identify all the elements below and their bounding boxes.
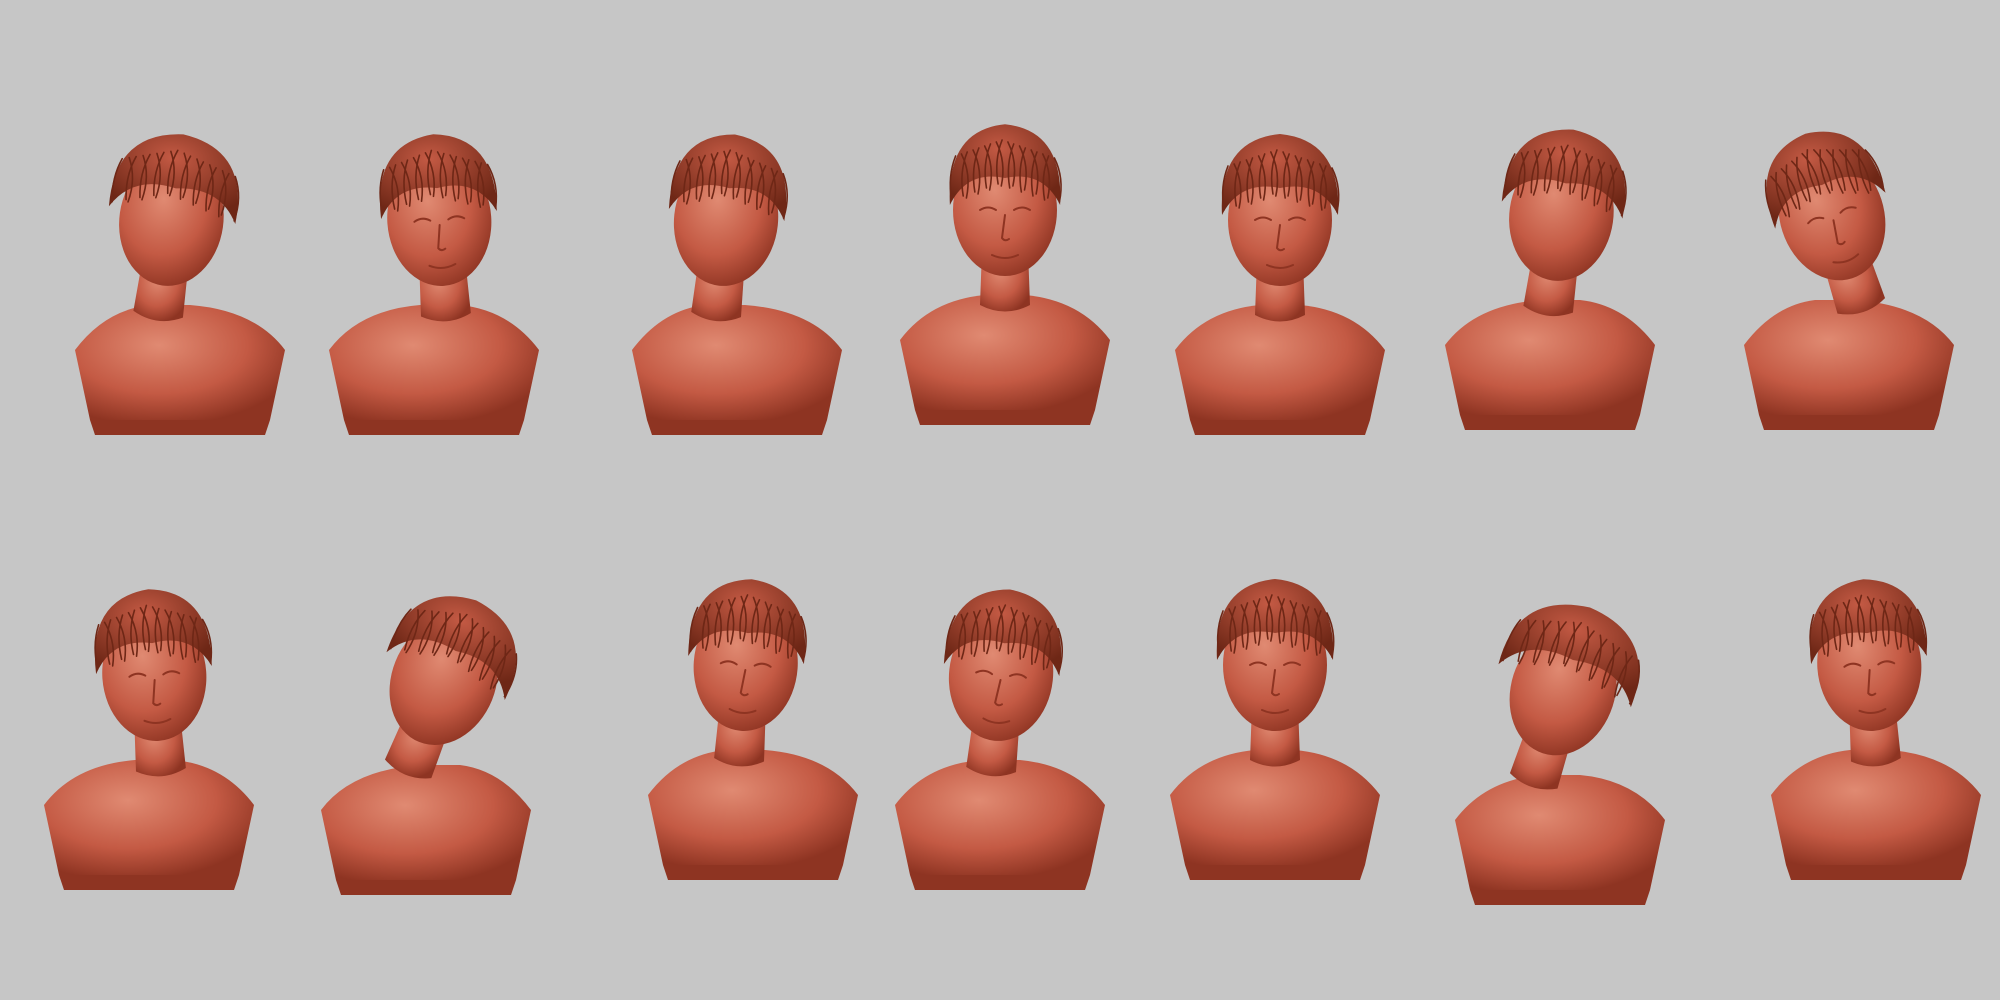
bust-sculpture-12 bbox=[1455, 604, 1665, 905]
bust-three-quarter-left-view bbox=[630, 545, 860, 905]
bust-front-tilted-up-view bbox=[890, 90, 1120, 450]
bust-base-cut bbox=[1759, 415, 1939, 430]
render-canvas bbox=[0, 0, 2000, 1000]
bust-shoulders bbox=[632, 305, 842, 420]
bust-shoulders bbox=[1455, 775, 1665, 890]
bust-sculpture-2 bbox=[632, 134, 842, 435]
bust-three-quarter-left-view-2 bbox=[1755, 545, 1985, 905]
bust-shoulders bbox=[75, 305, 285, 420]
bust-shoulders bbox=[1771, 750, 1981, 865]
bust-base-cut bbox=[1460, 415, 1640, 430]
bust-shoulders bbox=[648, 750, 858, 865]
bust-back-view bbox=[55, 100, 285, 460]
bust-shoulders bbox=[1744, 300, 1954, 415]
bust-sculpture-11 bbox=[1170, 579, 1380, 880]
bust-base-cut bbox=[647, 420, 827, 435]
bust-sculpture-8 bbox=[321, 596, 531, 895]
bust-sculpture-9 bbox=[648, 579, 858, 880]
bust-shoulders bbox=[1170, 750, 1380, 865]
bust-sculpture-4 bbox=[1175, 134, 1385, 435]
bust-shoulders bbox=[1175, 305, 1385, 420]
bust-three-quarter-right-view bbox=[325, 100, 555, 460]
bust-front-view bbox=[1165, 100, 1395, 460]
bust-base-cut bbox=[1185, 865, 1365, 880]
bust-shoulders bbox=[895, 760, 1105, 875]
bust-base-cut bbox=[910, 875, 1090, 890]
bust-sculpture-13 bbox=[1771, 579, 1981, 880]
bust-sculpture-10 bbox=[895, 589, 1105, 890]
bust-shoulders bbox=[1445, 300, 1655, 415]
bust-sculpture-6 bbox=[1744, 131, 1954, 430]
bust-base-cut bbox=[1190, 420, 1370, 435]
bust-top-down-view bbox=[1445, 570, 1675, 930]
bust-shoulders bbox=[44, 760, 254, 875]
bust-shoulders bbox=[321, 765, 531, 880]
bust-sculpture-0 bbox=[75, 134, 285, 435]
bust-three-quarter-right-view-2 bbox=[40, 555, 270, 915]
bust-base-cut bbox=[90, 420, 270, 435]
bust-base-cut bbox=[336, 880, 516, 895]
bust-right-profile-back-view bbox=[1445, 95, 1675, 455]
bust-base-cut bbox=[1786, 865, 1966, 880]
bust-front-view-2 bbox=[1160, 545, 1390, 905]
bust-base-cut bbox=[1470, 890, 1650, 905]
bust-sculpture-3 bbox=[900, 124, 1110, 425]
bust-base-cut bbox=[59, 875, 239, 890]
bust-base-cut bbox=[663, 865, 843, 880]
bust-sculpture-5 bbox=[1445, 129, 1655, 430]
bust-back-three-quarter-view bbox=[321, 560, 555, 920]
bust-left-profile-back-view bbox=[610, 100, 842, 460]
bust-front-tilted-left-view bbox=[1720, 95, 1954, 455]
bust-shoulders bbox=[900, 295, 1110, 410]
bust-shoulders bbox=[329, 305, 539, 420]
bust-base-cut bbox=[344, 420, 524, 435]
bust-base-cut bbox=[915, 410, 1095, 425]
bust-front-looking-down-view bbox=[885, 555, 1115, 915]
bust-sculpture-1 bbox=[329, 134, 539, 435]
bust-sculpture-7 bbox=[44, 589, 254, 890]
